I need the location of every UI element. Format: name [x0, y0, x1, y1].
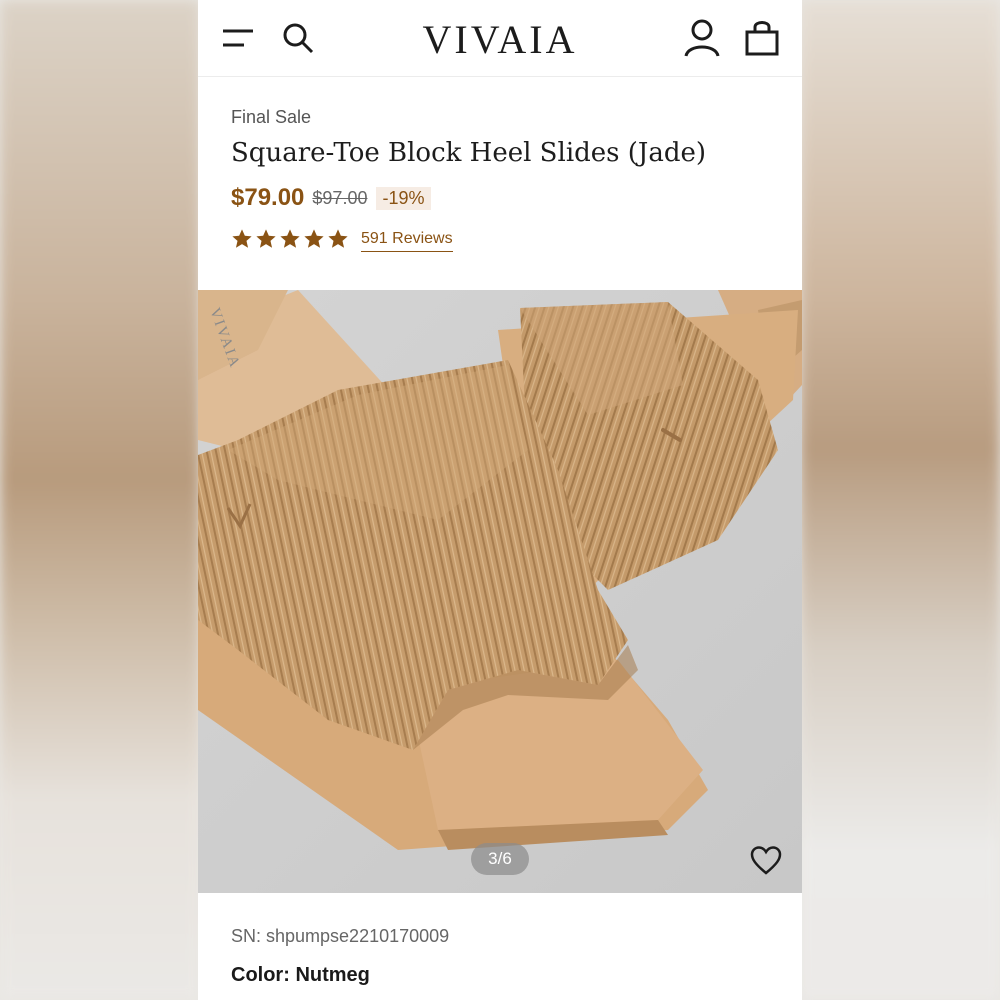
- color-label: Color:: [231, 964, 290, 986]
- rating-row: 591 Reviews: [231, 226, 453, 252]
- background-blur-right: [800, 0, 1000, 1000]
- star-icon: [232, 229, 252, 248]
- star-rating: [231, 228, 349, 250]
- color-selector-label: Color: Nutmeg: [231, 964, 370, 987]
- product-photo: VIVAIA: [198, 290, 802, 893]
- color-value: Nutmeg: [295, 964, 370, 986]
- sale-price: $79.00: [231, 184, 305, 211]
- final-sale-label: Final Sale: [231, 107, 312, 127]
- heart-icon[interactable]: [749, 844, 783, 878]
- original-price: $97.00: [312, 187, 368, 208]
- background-blur-left: [0, 0, 200, 1000]
- discount-badge: -19%: [376, 186, 431, 210]
- price-row: $79.00 $97.00 -19%: [231, 184, 431, 212]
- image-counter: 3/6: [471, 843, 529, 875]
- top-header: VIVAIA: [198, 0, 802, 77]
- serial-number: SN: shpumpse2210170009: [231, 926, 450, 946]
- bag-icon[interactable]: [742, 18, 782, 58]
- star-icon: [304, 229, 324, 248]
- product-title: Square-Toe Block Heel Slides (Jade): [231, 138, 707, 168]
- account-icon[interactable]: [682, 18, 722, 58]
- product-image-gallery[interactable]: VIVAIA 3/6: [198, 290, 802, 893]
- reviews-link[interactable]: 591 Reviews: [361, 230, 453, 252]
- phone-screen: VIVAIA Final Sale Square-Toe Block Heel …: [198, 0, 802, 1000]
- star-icon: [280, 229, 300, 248]
- star-icon: [256, 229, 276, 248]
- star-icon: [328, 229, 348, 248]
